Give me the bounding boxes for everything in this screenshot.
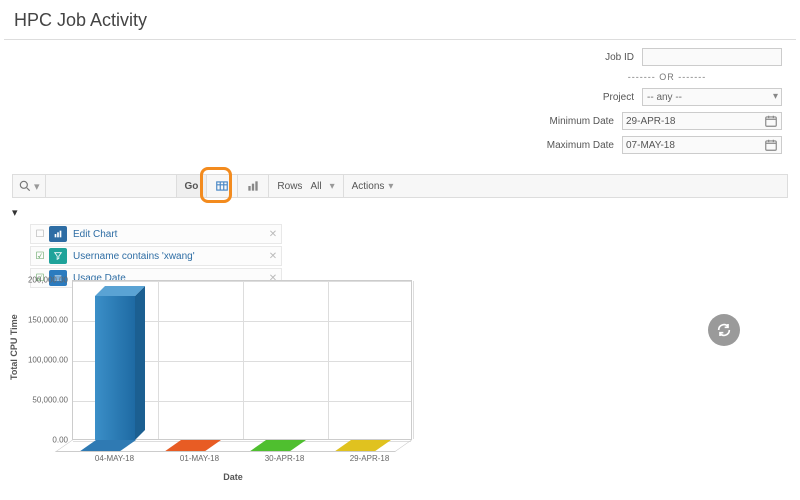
- actions-label: Actions: [352, 181, 385, 192]
- project-select[interactable]: [642, 88, 782, 106]
- chart-xlabel: Date: [223, 472, 243, 482]
- or-separator: ------- OR -------: [552, 72, 782, 82]
- chart-filter-icon: [49, 226, 67, 242]
- refresh-icon: [716, 322, 732, 338]
- min-date-input[interactable]: 29-APR-18: [622, 112, 782, 130]
- rows-select[interactable]: Rows All ▾: [269, 175, 343, 197]
- view-report-button[interactable]: [207, 175, 238, 197]
- min-date-value: 29-APR-18: [626, 116, 764, 127]
- chart-ytick: 150,000.00: [28, 316, 68, 325]
- collapse-toggle[interactable]: ▾: [12, 206, 22, 219]
- search-input[interactable]: [51, 176, 171, 196]
- divider: [4, 39, 796, 40]
- chevron-down-icon: ▾: [388, 181, 393, 192]
- remove-filter-button[interactable]: ✕: [265, 229, 281, 240]
- max-date-value: 07-MAY-18: [626, 140, 764, 151]
- rows-label: Rows: [277, 181, 302, 192]
- chart-plot-area: [72, 280, 412, 440]
- filter-row: ☐ Edit Chart ✕: [30, 224, 282, 244]
- job-id-label: Job ID: [605, 52, 634, 63]
- chart-xtick: 29-APR-18: [350, 454, 390, 463]
- remove-filter-button[interactable]: ✕: [265, 251, 281, 262]
- chart-xtick: 30-APR-18: [265, 454, 305, 463]
- bar-chart-icon: [246, 179, 260, 193]
- filter-checkbox[interactable]: ☑: [31, 251, 49, 262]
- filter-label[interactable]: Edit Chart: [71, 229, 265, 240]
- filter-row: ☑ Username contains 'xwang' ✕: [30, 246, 282, 266]
- search-menu[interactable]: ▾: [13, 175, 46, 197]
- funnel-filter-icon: [49, 248, 67, 264]
- chart: Total CPU Time Date 0.0050,000.00100,000…: [18, 280, 448, 480]
- project-label: Project: [603, 92, 634, 103]
- filter-panel: Job ID ------- OR ------- Project ▾ Mini…: [492, 48, 782, 160]
- chart-ytick: 200,000.00: [28, 276, 68, 285]
- max-date-input[interactable]: 07-MAY-18: [622, 136, 782, 154]
- calendar-icon: [764, 114, 778, 128]
- chart-ytick: 50,000.00: [32, 396, 68, 405]
- calendar-icon: [764, 138, 778, 152]
- max-date-label: Maximum Date: [547, 140, 614, 151]
- actions-menu[interactable]: Actions ▾: [344, 175, 402, 197]
- chart-ytick: 100,000.00: [28, 356, 68, 365]
- min-date-label: Minimum Date: [550, 116, 614, 127]
- refresh-button[interactable]: [708, 314, 740, 346]
- chart-bar: [95, 296, 135, 440]
- filter-label[interactable]: Username contains 'xwang': [71, 251, 265, 262]
- chart-xtick: 01-MAY-18: [180, 454, 219, 463]
- rows-value: All: [310, 181, 321, 192]
- chart-ylabel: Total CPU Time: [9, 314, 19, 380]
- chevron-down-icon: ▾: [330, 181, 335, 192]
- search-icon: [18, 179, 32, 193]
- chart-xtick: 04-MAY-18: [95, 454, 134, 463]
- view-chart-button[interactable]: [238, 175, 269, 197]
- table-icon: [215, 179, 229, 193]
- filter-checkbox[interactable]: ☐: [31, 229, 49, 240]
- go-button[interactable]: Go: [177, 175, 208, 197]
- page-title: HPC Job Activity: [0, 0, 800, 39]
- chevron-down-icon: ▾: [34, 180, 40, 193]
- report-toolbar: ▾ Go Rows All ▾ Actions ▾: [12, 174, 788, 198]
- job-id-input[interactable]: [642, 48, 782, 66]
